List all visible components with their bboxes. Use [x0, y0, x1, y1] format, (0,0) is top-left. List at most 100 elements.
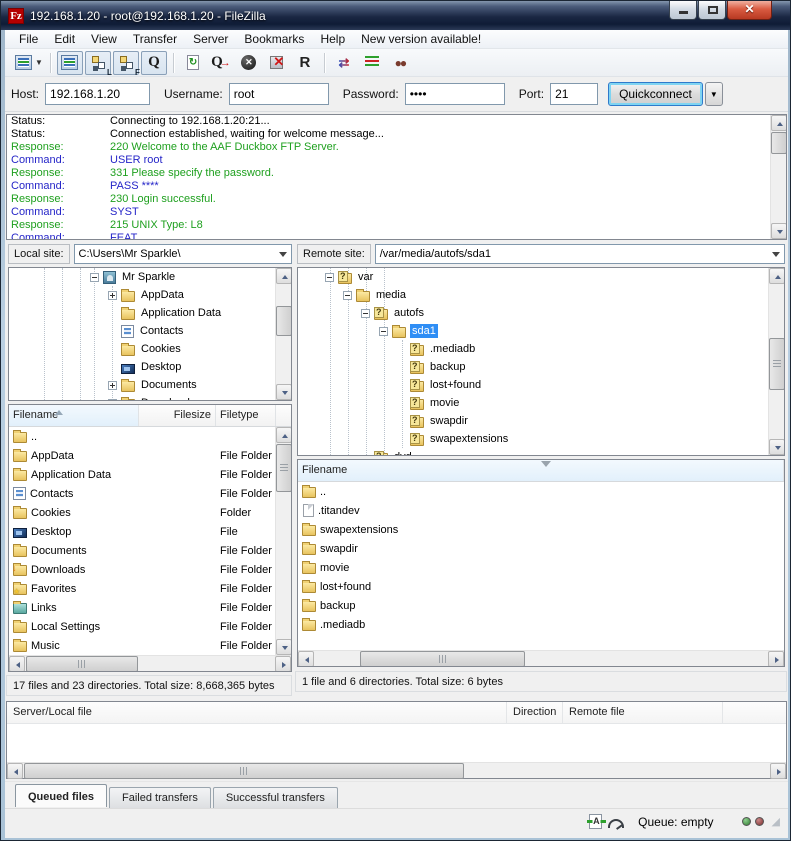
find-files-button[interactable]: ●● — [387, 51, 413, 75]
disconnect-button[interactable] — [264, 51, 290, 75]
file-row[interactable]: .mediadb — [298, 615, 784, 634]
process-queue-button[interactable]: Q→ — [208, 51, 234, 75]
tree-item-documents[interactable]: Documents — [9, 376, 291, 394]
column-header-filesize[interactable]: Filesize — [139, 405, 216, 426]
message-log[interactable]: Status:Connecting to 192.168.1.20:21... … — [6, 114, 787, 240]
reconnect-button[interactable]: R — [292, 51, 318, 75]
menu-server[interactable]: Server — [185, 31, 236, 47]
expand-icon[interactable] — [108, 399, 117, 402]
local-tree[interactable]: Mr Sparkle AppData Application Data Cont… — [8, 267, 292, 401]
remote-file-list[interactable]: Filename .. .titandev swapextensions swa… — [297, 459, 785, 667]
tab-failed-transfers[interactable]: Failed transfers — [109, 787, 211, 808]
scroll-left-button[interactable] — [298, 651, 314, 667]
quickconnect-button[interactable]: Quickconnect — [608, 82, 703, 106]
file-row[interactable]: .titandev — [298, 501, 784, 520]
title-bar[interactable]: Fz 192.168.1.20 - root@192.168.1.20 - Fi… — [1, 1, 790, 30]
toggle-local-tree-button[interactable]: L — [85, 51, 111, 75]
scroll-down-button[interactable] — [276, 639, 292, 655]
collapse-icon[interactable] — [90, 273, 99, 282]
port-input[interactable] — [550, 83, 598, 105]
file-row[interactable]: swapdir — [298, 539, 784, 558]
local-list-vertical-scrollbar[interactable] — [275, 427, 291, 655]
collapse-icon[interactable] — [325, 273, 334, 282]
scroll-right-button[interactable] — [768, 651, 784, 667]
file-row[interactable]: Application DataFile Folder — [9, 465, 275, 484]
scrollbar-thumb[interactable] — [360, 651, 525, 667]
close-button[interactable]: ✕ — [727, 1, 772, 20]
remote-site-combo[interactable]: /var/media/autofs/sda1 — [375, 244, 785, 264]
transfer-type-icon[interactable] — [589, 814, 602, 829]
tree-item-movie[interactable]: movie — [298, 394, 784, 412]
cancel-button[interactable]: ✕ — [236, 51, 262, 75]
tree-item-application-data[interactable]: Application Data — [9, 304, 291, 322]
scroll-right-button[interactable] — [275, 656, 291, 672]
file-row[interactable]: CookiesFolder — [9, 503, 275, 522]
local-list-horizontal-scrollbar[interactable] — [9, 655, 291, 671]
quickconnect-dropdown-button[interactable]: ▼ — [705, 82, 723, 106]
tree-item-swapdir[interactable]: swapdir — [298, 412, 784, 430]
site-manager-button[interactable]: ▼ — [14, 51, 44, 75]
toggle-remote-tree-button[interactable]: F — [113, 51, 139, 75]
scroll-left-button[interactable] — [7, 763, 23, 779]
tree-item-backup[interactable]: backup — [298, 358, 784, 376]
tree-item-swapextensions[interactable]: swapextensions — [298, 430, 784, 448]
collapse-icon[interactable] — [379, 327, 388, 336]
file-row[interactable]: FavoritesFile Folder — [9, 579, 275, 598]
scroll-down-button[interactable] — [276, 384, 292, 400]
scrollbar-thumb[interactable] — [769, 338, 785, 390]
host-input[interactable] — [45, 83, 150, 105]
toggle-queue-button[interactable]: Q — [141, 51, 167, 75]
remote-list-horizontal-scrollbar[interactable] — [298, 650, 784, 666]
scrollbar-thumb[interactable] — [276, 306, 292, 336]
file-row[interactable]: .. — [298, 482, 784, 501]
collapse-icon[interactable] — [343, 291, 352, 300]
tab-queued-files[interactable]: Queued files — [15, 784, 107, 807]
tab-successful-transfers[interactable]: Successful transfers — [213, 787, 338, 808]
chevron-down-icon[interactable] — [279, 252, 287, 261]
file-row[interactable]: backup — [298, 596, 784, 615]
menu-new-version[interactable]: New version available! — [353, 31, 489, 47]
tree-item-downloads[interactable]: Downloads — [9, 394, 291, 401]
tree-item-contacts[interactable]: Contacts — [9, 322, 291, 340]
tree-item-dvd[interactable]: dvd — [298, 448, 784, 456]
remote-tree-vertical-scrollbar[interactable] — [768, 268, 784, 455]
file-row[interactable]: MusicFile Folder — [9, 636, 275, 655]
file-row[interactable]: DesktopFile — [9, 522, 275, 541]
toggle-message-log-button[interactable] — [57, 51, 83, 75]
tree-item-cookies[interactable]: Cookies — [9, 340, 291, 358]
column-header-remote-file[interactable]: Remote file — [563, 702, 723, 723]
minimize-button[interactable] — [669, 1, 697, 20]
scroll-right-button[interactable] — [770, 763, 786, 779]
file-row[interactable]: ContactsFile Folder — [9, 484, 275, 503]
file-row[interactable]: movie — [298, 558, 784, 577]
speed-limits-icon[interactable] — [608, 819, 624, 828]
menu-bookmarks[interactable]: Bookmarks — [236, 31, 312, 47]
refresh-button[interactable] — [180, 51, 206, 75]
transfer-queue[interactable]: Server/Local file Direction Remote file — [6, 701, 787, 779]
remote-tree[interactable]: var media autofs sda1 .mediadb — [297, 267, 785, 456]
scroll-down-button[interactable] — [769, 439, 785, 455]
file-row[interactable]: DownloadsFile Folder — [9, 560, 275, 579]
tree-item-desktop[interactable]: Desktop — [9, 358, 291, 376]
synchronized-browsing-button[interactable] — [359, 51, 385, 75]
queue-horizontal-scrollbar[interactable] — [7, 762, 786, 778]
log-vertical-scrollbar[interactable] — [770, 115, 786, 239]
scroll-up-button[interactable] — [276, 427, 292, 443]
scroll-up-button[interactable] — [771, 115, 787, 131]
scroll-down-button[interactable] — [771, 223, 787, 239]
file-row[interactable]: swapextensions — [298, 520, 784, 539]
scroll-up-button[interactable] — [276, 268, 292, 284]
tree-item-media[interactable]: media — [298, 286, 784, 304]
column-header-direction[interactable]: Direction — [507, 702, 563, 723]
scroll-up-button[interactable] — [769, 268, 785, 284]
expand-icon[interactable] — [108, 291, 117, 300]
menu-file[interactable]: File — [11, 31, 46, 47]
scroll-left-button[interactable] — [9, 656, 25, 672]
tree-item-var[interactable]: var — [298, 268, 784, 286]
tree-item-mediadb[interactable]: .mediadb — [298, 340, 784, 358]
menu-help[interactable]: Help — [312, 31, 353, 47]
scrollbar-thumb[interactable] — [276, 444, 292, 492]
tree-item-sda1[interactable]: sda1 — [298, 322, 784, 340]
expand-icon[interactable] — [108, 381, 117, 390]
chevron-down-icon[interactable]: ▼ — [35, 58, 43, 67]
